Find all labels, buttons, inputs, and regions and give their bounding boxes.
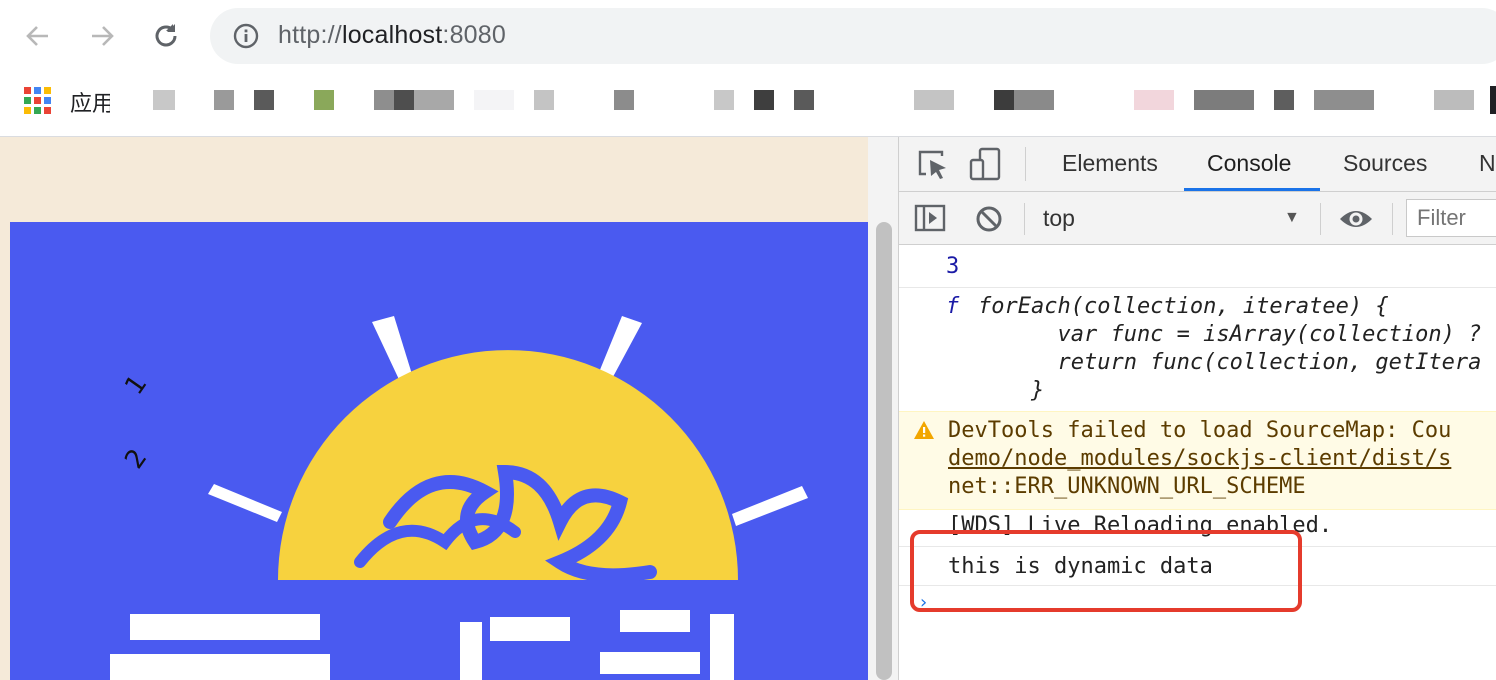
console-result-number: 3 xyxy=(946,254,960,279)
bookmark-item[interactable] xyxy=(314,90,334,110)
function-prefix: f xyxy=(946,294,960,319)
bookmark-item[interactable] xyxy=(794,90,814,110)
bookmark-item[interactable] xyxy=(1314,90,1374,110)
device-mode-icon xyxy=(969,147,1001,181)
bookmark-item[interactable] xyxy=(394,90,414,110)
block-icon xyxy=(976,206,1002,232)
clear-console-button[interactable] xyxy=(973,203,1005,235)
tab-network[interactable]: N xyxy=(1479,150,1496,177)
console-filter-input[interactable] xyxy=(1406,199,1496,237)
tab-sources[interactable]: Sources xyxy=(1343,150,1427,177)
warning-icon xyxy=(914,421,934,439)
reload-icon xyxy=(155,24,177,47)
function-source-line[interactable]: forEach(collection, iteratee) { xyxy=(978,294,1389,319)
bookmark-item[interactable] xyxy=(534,90,554,110)
bookmark-item[interactable] xyxy=(714,90,734,110)
console-row-divider xyxy=(899,287,1496,288)
toolbar-separator xyxy=(1392,203,1393,235)
url-port: :8080 xyxy=(442,21,506,49)
page-scrollbar-thumb[interactable] xyxy=(876,222,892,680)
arrow-right-icon xyxy=(92,26,114,46)
bookmark-item[interactable] xyxy=(474,90,514,110)
url-text[interactable]: http://localhost:8080 xyxy=(278,21,506,50)
tab-console[interactable]: Console xyxy=(1207,150,1291,177)
toolbar-separator xyxy=(1320,203,1321,235)
context-selector[interactable]: top ▼ xyxy=(1040,203,1310,233)
function-source-line: } xyxy=(978,378,1045,403)
bookmarks-overflow[interactable] xyxy=(1490,86,1496,114)
bookmark-item[interactable] xyxy=(1274,90,1294,110)
live-expression-button[interactable] xyxy=(1338,204,1374,234)
bookmark-item[interactable] xyxy=(1134,90,1174,110)
sidebar-toggle-icon xyxy=(914,204,946,232)
reload-button[interactable] xyxy=(146,16,186,56)
bookmark-item[interactable] xyxy=(153,90,175,110)
toolbar-separator xyxy=(1024,203,1025,235)
function-source-line: return func(collection, getItera xyxy=(978,350,1482,375)
tab-elements[interactable]: Elements xyxy=(1062,150,1158,177)
inspect-cursor-icon xyxy=(918,150,946,179)
context-value: top xyxy=(1043,205,1075,231)
warning-message: DevTools failed to load SourceMap: Cou xyxy=(948,418,1452,443)
apps-grid-icon[interactable] xyxy=(24,87,51,114)
active-tab-indicator xyxy=(1184,188,1320,191)
back-button[interactable] xyxy=(18,16,58,56)
warning-error-code: net::ERR_UNKNOWN_URL_SCHEME xyxy=(948,474,1306,499)
bookmark-item[interactable] xyxy=(994,90,1014,110)
bookmark-item[interactable] xyxy=(614,90,634,110)
bookmark-item[interactable] xyxy=(214,90,234,110)
bookmark-item[interactable] xyxy=(414,90,454,110)
bookmark-item[interactable] xyxy=(914,90,954,110)
url-host: localhost xyxy=(341,21,443,49)
bookmark-item[interactable] xyxy=(1194,90,1254,110)
warning-source-link[interactable]: demo/node_modules/sockjs-client/dist/s xyxy=(948,446,1451,471)
bookmark-item[interactable] xyxy=(1014,90,1054,110)
bookmark-item[interactable] xyxy=(374,90,394,110)
forward-button[interactable] xyxy=(82,16,122,56)
device-toolbar-button[interactable] xyxy=(968,146,1004,182)
url-scheme: http:// xyxy=(278,21,342,49)
toolbar-separator xyxy=(1025,147,1026,181)
function-source-line: var func = isArray(collection) ? xyxy=(978,322,1482,347)
address-bar[interactable]: http://localhost:8080 xyxy=(210,8,1496,64)
annotation-highlight-box xyxy=(910,530,1302,612)
eye-icon xyxy=(1340,211,1372,227)
show-sidebar-button[interactable] xyxy=(914,203,948,235)
bookmark-item[interactable] xyxy=(754,90,774,110)
arrow-left-icon xyxy=(26,26,48,46)
apps-label[interactable]: 应用 xyxy=(70,86,110,118)
dropdown-arrow-icon: ▼ xyxy=(1284,209,1300,226)
bookmark-item[interactable] xyxy=(254,90,274,110)
inspect-element-button[interactable] xyxy=(916,148,952,182)
info-icon[interactable] xyxy=(232,22,260,50)
bookmark-item[interactable] xyxy=(1434,90,1474,110)
